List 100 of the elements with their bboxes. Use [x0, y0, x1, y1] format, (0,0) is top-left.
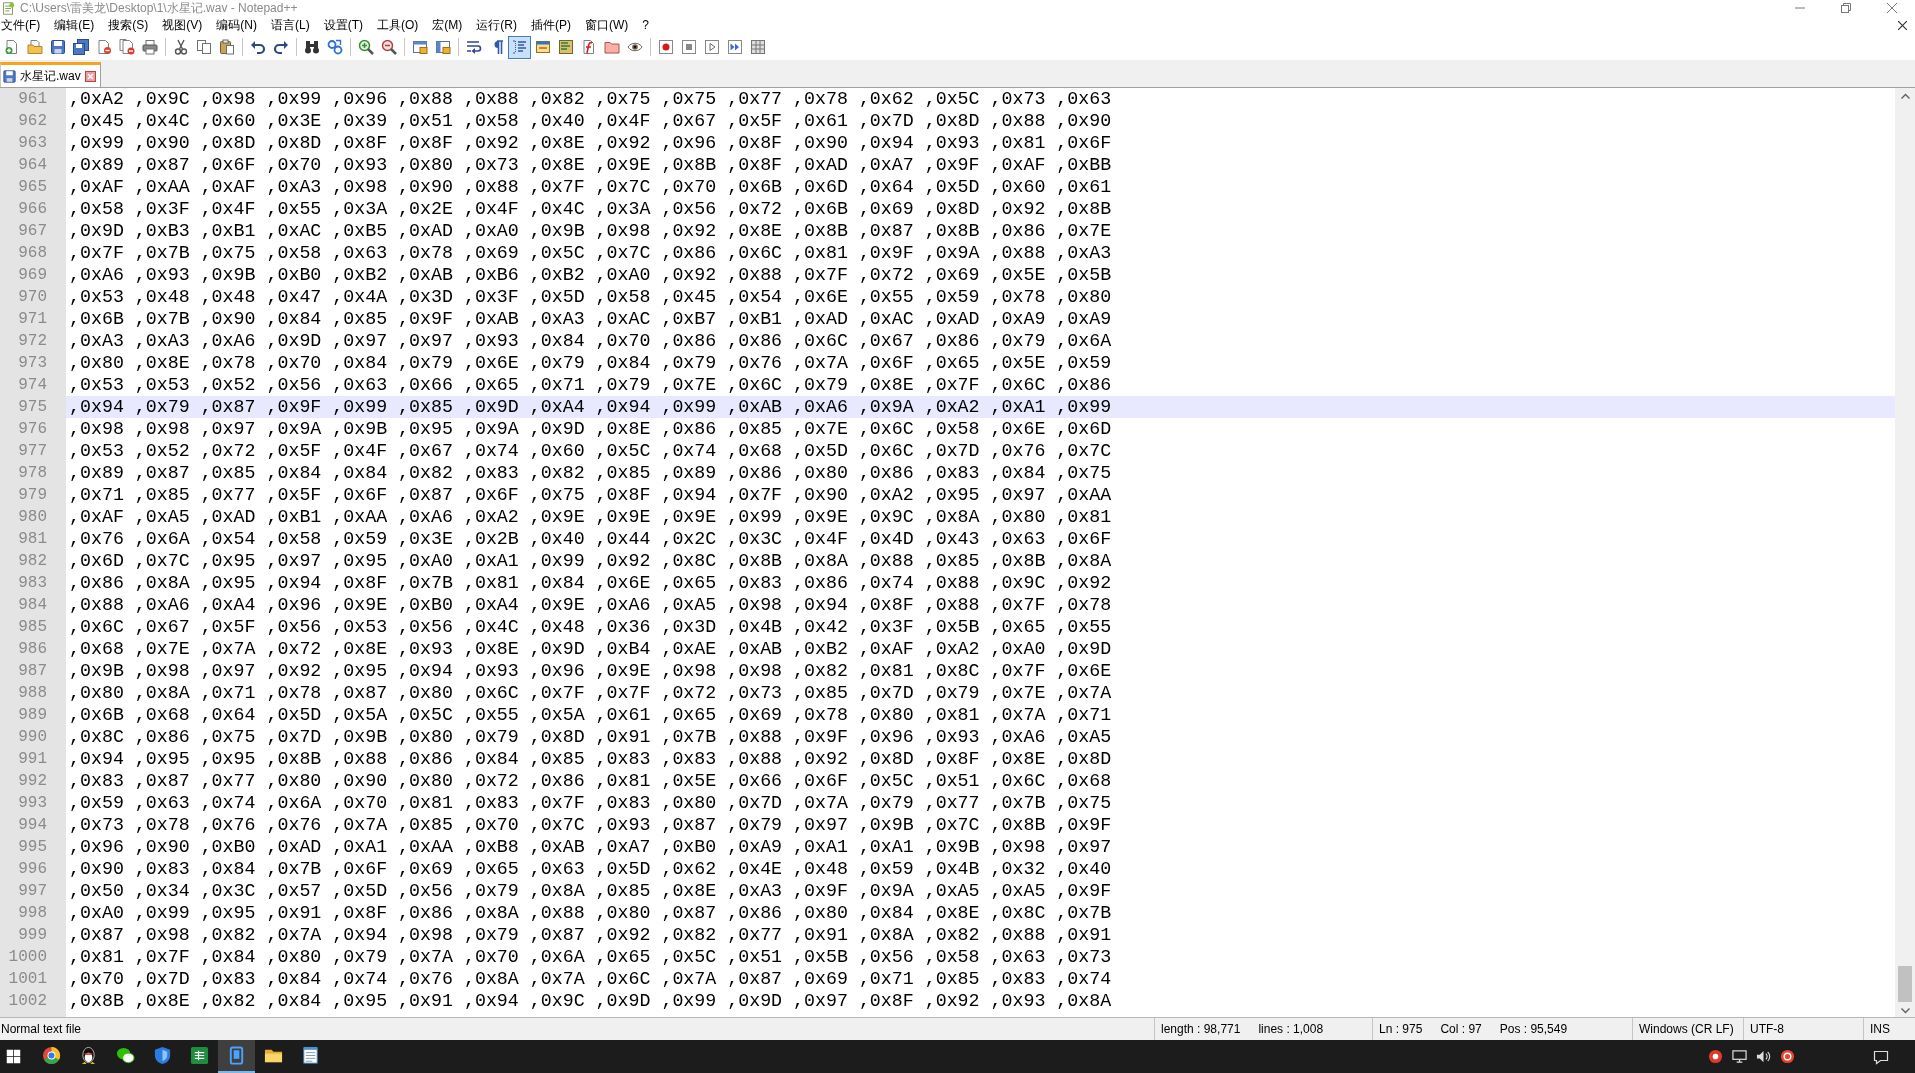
vertical-scrollbar[interactable] — [1895, 88, 1915, 1017]
code-line: ,0x7F ,0x7B ,0x75 ,0x58 ,0x63 ,0x78 ,0x69 ,0x5C ,0x7C ,0x86 ,0x6C ,0x81 ,0x9F ,0x9A ,0x88 ,0xA3 — [69, 242, 1112, 264]
code-line: ,0x73 ,0x78 ,0x76 ,0x76 ,0x7A ,0x85 ,0x70 ,0x7C ,0x93 ,0x87 ,0x79 ,0x97 ,0x9B ,0x7C ,0x8B ,0x9F — [69, 814, 1112, 836]
code-line: ,0x98 ,0x98 ,0x97 ,0x9A ,0x9B ,0x95 ,0x9A ,0x9D ,0x8E ,0x86 ,0x85 ,0x7E ,0x6C ,0x58 ,0x6E ,0x6D — [69, 418, 1112, 440]
save-icon — [49, 39, 66, 55]
line-number: 1000 — [8, 947, 47, 967]
code-line: ,0xAF ,0xAA ,0xAF ,0xA3 ,0x98 ,0x90 ,0x88 ,0x7F ,0x7C ,0x70 ,0x6B ,0x6D ,0x64 ,0x5D ,0x60 ,0x61 — [69, 176, 1112, 198]
menu-item[interactable]: 宏(M) — [431, 17, 469, 33]
cursor-position: Col : 97 — [1440, 1021, 1482, 1037]
menu-item[interactable]: 搜索(S) — [107, 17, 155, 33]
language-panel-icon — [534, 39, 551, 55]
code-line: ,0x6D ,0x7C ,0x95 ,0x97 ,0x95 ,0xA0 ,0xA1 ,0x99 ,0x92 ,0x8C ,0x8B ,0x8A ,0x88 ,0x85 ,0x8B ,0x8A — [69, 550, 1112, 572]
code-line: ,0xAF ,0xA5 ,0xAD ,0xB1 ,0xAA ,0xA6 ,0xA2 ,0x9E ,0x9E ,0x9E ,0x99 ,0x9E ,0x9C ,0x8A ,0x80 ,0x81 — [69, 506, 1112, 528]
code-line: ,0x86 ,0x8A ,0x95 ,0x94 ,0x8F ,0x7B ,0x81 ,0x84 ,0x6E ,0x65 ,0x83 ,0x86 ,0x74 ,0x88 ,0x9C ,0x92 — [69, 572, 1112, 594]
notification-icon[interactable] — [1873, 1048, 1889, 1065]
line-number: 992 — [18, 771, 47, 791]
code-line: ,0x80 ,0x8E ,0x78 ,0x70 ,0x84 ,0x79 ,0x6E ,0x79 ,0x84 ,0x79 ,0x76 ,0x7A ,0x6F ,0x65 ,0x5E ,0x59 — [69, 352, 1112, 374]
line-number: 961 — [18, 89, 47, 109]
menu-item[interactable]: 编码(N) — [215, 17, 263, 33]
line-number: 990 — [18, 727, 47, 747]
grid-icon — [749, 39, 766, 55]
menu-item[interactable]: 工具(O) — [376, 17, 425, 33]
window-title: C:\Users\雷美龙\Desktop\1\水星记.wav - Notepad++ — [20, 1, 298, 15]
line-number: 978 — [18, 463, 47, 483]
monitor-icon[interactable] — [1732, 1049, 1747, 1064]
notepad-icon — [301, 1046, 320, 1065]
insert-mode-label: INS — [1870, 1021, 1890, 1037]
code-line: ,0x71 ,0x85 ,0x77 ,0x5F ,0x6F ,0x87 ,0x6F ,0x75 ,0x8F ,0x94 ,0x7F ,0x90 ,0xA2 ,0x95 ,0x97 ,0xAA — [69, 484, 1112, 506]
cursor-position: Ln : 975 — [1379, 1021, 1423, 1037]
code-line: ,0x70 ,0x7D ,0x83 ,0x84 ,0x74 ,0x76 ,0x8A ,0x7A ,0x6C ,0x7A ,0x87 ,0x69 ,0x71 ,0x85 ,0x83 ,0x74 — [69, 968, 1112, 990]
copy-icon — [195, 39, 212, 55]
document-info: length : 98,771 — [1161, 1021, 1241, 1037]
new-file-icon — [3, 39, 20, 55]
save-icon — [3, 69, 16, 83]
open-folder-icon — [26, 39, 43, 55]
file-tab[interactable]: 水星记.wav — [0, 62, 101, 87]
line-number: 997 — [18, 881, 47, 901]
code-line: ,0x94 ,0x79 ,0x87 ,0x9F ,0x99 ,0x85 ,0x9D ,0xA4 ,0x94 ,0x99 ,0xAB ,0xA6 ,0x9A ,0xA2 ,0xA1 ,0x99 — [69, 396, 1112, 418]
binoculars-icon — [303, 39, 320, 55]
line-number: 976 — [18, 419, 47, 439]
circle-logo-icon — [42, 1046, 61, 1065]
zoom-in-icon — [357, 39, 374, 55]
code-line: ,0x76 ,0x6A ,0x54 ,0x58 ,0x59 ,0x3E ,0x2B ,0x40 ,0x44 ,0x2C ,0x3C ,0x4F ,0x4D ,0x43 ,0x63 ,0x6F — [69, 528, 1112, 550]
line-number: 984 — [18, 595, 47, 615]
code-line: ,0x59 ,0x63 ,0x74 ,0x6A ,0x70 ,0x81 ,0x83 ,0x7F ,0x83 ,0x80 ,0x7D ,0x7A ,0x79 ,0x77 ,0x7B ,0x75 — [69, 792, 1112, 814]
scroll-up-icon[interactable] — [1900, 92, 1910, 101]
line-number: 972 — [18, 331, 47, 351]
menu-item[interactable]: 设置(T) — [322, 17, 369, 33]
scroll-thumb[interactable] — [1898, 966, 1912, 1002]
line-number: 993 — [18, 793, 47, 813]
menu-item[interactable]: 运行(R) — [475, 17, 523, 33]
menu-item[interactable]: 插件(P) — [530, 17, 577, 33]
line-number: 966 — [18, 199, 47, 219]
code-line: ,0x9B ,0x98 ,0x97 ,0x92 ,0x95 ,0x94 ,0x93 ,0x96 ,0x9E ,0x98 ,0x98 ,0x82 ,0x81 ,0x8C ,0x7F ,0x6E — [69, 660, 1112, 682]
chat-bubbles-icon — [116, 1046, 135, 1065]
zoom-out-icon — [380, 39, 397, 55]
shield-icon — [153, 1046, 172, 1065]
code-line: ,0x53 ,0x53 ,0x52 ,0x56 ,0x63 ,0x66 ,0x65 ,0x71 ,0x79 ,0x7E ,0x6C ,0x79 ,0x8E ,0x7F ,0x6C ,0x86 — [69, 374, 1112, 396]
code-line: ,0xA3 ,0xA3 ,0xA6 ,0x9D ,0x97 ,0x97 ,0x93 ,0x84 ,0x70 ,0x86 ,0x86 ,0x6C ,0x67 ,0x86 ,0x79 ,0x6A — [69, 330, 1112, 352]
tray-app-icon[interactable] — [1780, 1049, 1795, 1064]
menu-item[interactable]: ? — [641, 17, 655, 33]
scroll-down-icon[interactable] — [1900, 1006, 1910, 1015]
line-number: 967 — [18, 221, 47, 241]
menu-item[interactable]: 视图(V) — [161, 17, 209, 33]
line-number: 968 — [18, 243, 47, 263]
fast-forward-icon — [726, 39, 743, 55]
line-number: 982 — [18, 551, 47, 571]
cursor-position: Pos : 95,549 — [1499, 1021, 1568, 1037]
close-icon[interactable] — [1898, 20, 1907, 30]
code-line: ,0x88 ,0xA6 ,0xA4 ,0x96 ,0x9E ,0xB0 ,0xA4 ,0x9E ,0xA6 ,0xA5 ,0x98 ,0x94 ,0x8F ,0x88 ,0x7F ,0x78 — [69, 594, 1112, 616]
code-line: ,0x83 ,0x87 ,0x77 ,0x80 ,0x90 ,0x80 ,0x72 ,0x86 ,0x81 ,0x5E ,0x66 ,0x6F ,0x5C ,0x51 ,0x6C ,0x68 — [69, 770, 1112, 792]
document-info: lines : 1,008 — [1258, 1021, 1324, 1037]
undo-icon — [249, 39, 266, 55]
menu-item[interactable]: 编辑(E) — [53, 17, 101, 33]
record-icon — [657, 39, 674, 55]
menu-item[interactable]: 语言(L) — [270, 17, 316, 33]
line-number: 996 — [18, 859, 47, 879]
code-line: ,0x87 ,0x98 ,0x82 ,0x7A ,0x94 ,0x98 ,0x79 ,0x87 ,0x92 ,0x82 ,0x77 ,0x91 ,0x8A ,0x82 ,0x88 ,0x91 — [69, 924, 1112, 946]
close-icon[interactable] — [84, 70, 96, 82]
code-line: ,0x80 ,0x8A ,0x71 ,0x78 ,0x87 ,0x80 ,0x6C ,0x7F ,0x7F ,0x72 ,0x73 ,0x85 ,0x7D ,0x79 ,0x7E ,0x7A — [69, 682, 1112, 704]
code-line: ,0x68 ,0x7E ,0x7A ,0x72 ,0x8E ,0x93 ,0x8E ,0x9D ,0xB4 ,0xAE ,0xAB ,0xB2 ,0xAF ,0xA2 ,0xA0 ,0x9D — [69, 638, 1112, 660]
line-number: 974 — [18, 375, 47, 395]
line-number: 1001 — [8, 969, 47, 989]
menu-item[interactable]: 文件(F) — [0, 17, 47, 33]
indent-guide-icon — [511, 39, 528, 55]
tray-app-icon[interactable] — [1708, 1049, 1723, 1064]
line-number: 988 — [18, 683, 47, 703]
code-line: ,0x99 ,0x90 ,0x8D ,0x8D ,0x8F ,0x8F ,0x92 ,0x8E ,0x92 ,0x96 ,0x8F ,0x90 ,0x94 ,0x93 ,0x81 ,0x6F — [69, 132, 1112, 154]
replace-icon — [326, 39, 343, 55]
menu-item[interactable]: 窗口(W) — [584, 17, 635, 33]
volume-icon[interactable] — [1756, 1049, 1771, 1064]
code-line: ,0xA6 ,0x93 ,0x9B ,0xB0 ,0xB2 ,0xAB ,0xB6 ,0xB2 ,0xA0 ,0x92 ,0x88 ,0x7F ,0x72 ,0x69 ,0x5E ,0x5B — [69, 264, 1112, 286]
code-line: ,0x53 ,0x48 ,0x48 ,0x47 ,0x4A ,0x3D ,0x3F ,0x5D ,0x58 ,0x45 ,0x54 ,0x6E ,0x55 ,0x59 ,0x78 ,0x80 — [69, 286, 1112, 308]
line-number: 985 — [18, 617, 47, 637]
code-line: ,0x58 ,0x3F ,0x4F ,0x55 ,0x3A ,0x2E ,0x4F ,0x4C ,0x3A ,0x56 ,0x72 ,0x6B ,0x69 ,0x8D ,0x92 ,0x8B — [69, 198, 1112, 220]
line-number: 986 — [18, 639, 47, 659]
code-line: ,0x89 ,0x87 ,0x85 ,0x84 ,0x84 ,0x82 ,0x83 ,0x82 ,0x85 ,0x89 ,0x86 ,0x80 ,0x86 ,0x83 ,0x84 ,0x75 — [69, 462, 1112, 484]
restore-icon[interactable] — [1841, 3, 1851, 13]
tablet-icon — [227, 1046, 246, 1065]
line-number: 994 — [18, 815, 47, 835]
